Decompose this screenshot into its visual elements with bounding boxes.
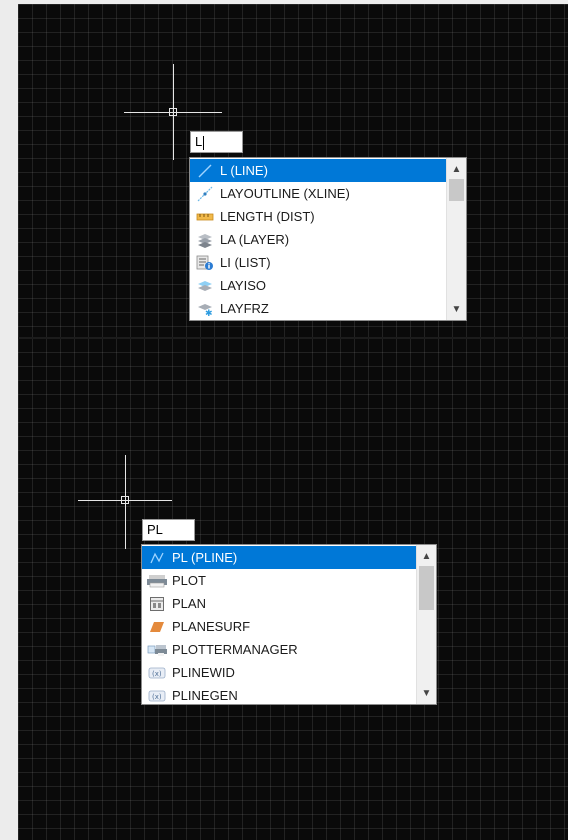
command-input-text: L: [195, 134, 203, 149]
autocomplete-item-label: L (LINE): [220, 163, 268, 178]
command-input-text: PL: [147, 522, 163, 537]
layer-icon: [194, 232, 216, 248]
svg-text:(x): (x): [152, 670, 162, 678]
svg-text:✱: ✱: [205, 309, 213, 317]
autocomplete-item[interactable]: LA (LAYER): [190, 228, 446, 251]
autocomplete-item-label: PLAN: [172, 596, 206, 611]
layer-freeze-icon: ✱: [194, 301, 216, 317]
autocomplete-item[interactable]: (x) PLINEGEN: [142, 684, 416, 707]
text-caret: [203, 135, 205, 150]
autocomplete-item[interactable]: ✱ LAYFRZ: [190, 297, 446, 320]
polyline-icon: [146, 550, 168, 566]
autocomplete-item[interactable]: LAYOUTLINE (XLINE): [190, 182, 446, 205]
svg-text:(x): (x): [152, 693, 162, 701]
autocomplete-item[interactable]: PL (PLINE): [142, 546, 416, 569]
autocomplete-item[interactable]: PLOTTERMANAGER: [142, 638, 416, 661]
autocomplete-item-label: PLOT: [172, 573, 206, 588]
autocomplete-item[interactable]: PLOT: [142, 569, 416, 592]
autocomplete-item-label: LA (LAYER): [220, 232, 290, 247]
autocomplete-item[interactable]: L (LINE): [190, 159, 446, 182]
system-variable-icon: (x): [146, 688, 168, 704]
command-autocomplete-list[interactable]: PL (PLINE) PLOT PLAN PLANESURF PLOTTERMA…: [141, 544, 437, 705]
autocomplete-item[interactable]: PLAN: [142, 592, 416, 615]
xline-icon: [194, 186, 216, 202]
list-info-icon: [194, 255, 216, 271]
plan-icon: [146, 596, 168, 612]
layer-isolate-icon: [194, 278, 216, 294]
ruler-icon: [194, 209, 216, 225]
autocomplete-item-label: LENGTH (DIST): [220, 209, 315, 224]
autocomplete-item-label: PLOTTERMANAGER: [172, 642, 298, 657]
scrollbar-thumb[interactable]: [449, 179, 464, 201]
scroll-down-icon[interactable]: ▼: [447, 300, 466, 318]
command-autocomplete-list[interactable]: L (LINE) LAYOUTLINE (XLINE) LENGTH (DIST…: [189, 157, 467, 321]
panel-divider: [18, 337, 568, 339]
autocomplete-item-label: LI (LIST): [220, 255, 271, 270]
autocomplete-item-label: PLANESURF: [172, 619, 251, 634]
command-input[interactable]: L: [190, 131, 243, 153]
plot-icon: [146, 573, 168, 589]
planesurf-icon: [146, 619, 168, 635]
autocomplete-item[interactable]: LI (LIST): [190, 251, 446, 274]
system-variable-icon: (x): [146, 665, 168, 681]
autocomplete-item[interactable]: LENGTH (DIST): [190, 205, 446, 228]
autocomplete-scrollbar[interactable]: ▲ ▼: [446, 158, 466, 320]
autocomplete-item[interactable]: LAYISO: [190, 274, 446, 297]
line-icon: [194, 163, 216, 179]
scroll-up-icon[interactable]: ▲: [447, 160, 466, 178]
autocomplete-item-label: LAYOUTLINE (XLINE): [220, 186, 350, 201]
autocomplete-item-label: PL (PLINE): [172, 550, 238, 565]
autocomplete-item[interactable]: PLANESURF: [142, 615, 416, 638]
autocomplete-item-label: LAYISO: [220, 278, 267, 293]
autocomplete-item-label: LAYFRZ: [220, 301, 269, 316]
plotter-manager-icon: [146, 642, 168, 658]
scroll-up-icon[interactable]: ▲: [417, 547, 436, 565]
command-input[interactable]: PL: [142, 519, 195, 541]
scroll-down-icon[interactable]: ▼: [417, 684, 436, 702]
autocomplete-scrollbar[interactable]: ▲ ▼: [416, 545, 436, 704]
autocomplete-item-label: PLINEWID: [172, 665, 235, 680]
scrollbar-thumb[interactable]: [419, 566, 434, 610]
autocomplete-item[interactable]: (x) PLINEWID: [142, 661, 416, 684]
autocomplete-item-label: PLINEGEN: [172, 688, 238, 703]
